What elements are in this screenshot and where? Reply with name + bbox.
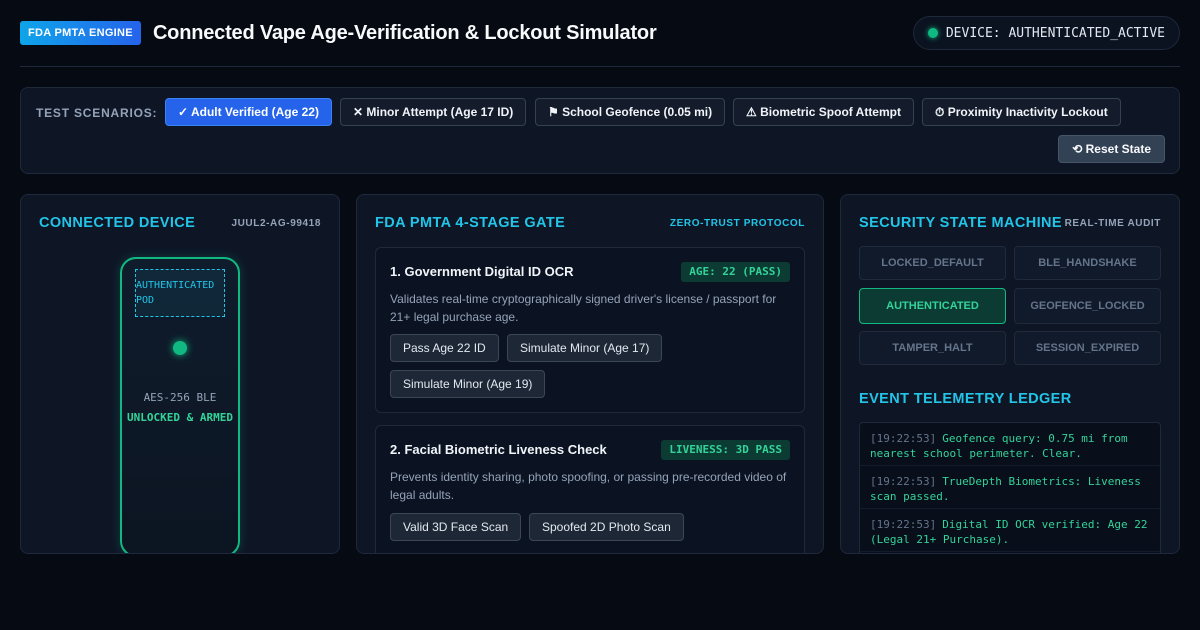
header-divider — [20, 66, 1180, 67]
stage-title: 2. Facial Biometric Liveness Check — [390, 442, 607, 457]
state-authenticated: AUTHENTICATED — [859, 288, 1006, 324]
scenario-bar: TEST SCENARIOS: ✓ Adult Verified (Age 22… — [20, 87, 1180, 174]
status-dot-icon — [927, 28, 938, 38]
ledger-timestamp: [19:22:53] — [870, 518, 937, 531]
pass-age-22-button[interactable]: Pass Age 22 ID — [390, 334, 499, 362]
pod-window: AUTHENTICATED POD — [135, 269, 225, 317]
stage-status-badge: LIVENESS: 3D PASS — [661, 440, 790, 460]
spoofed-2d-photo-scan-button[interactable]: Spoofed 2D Photo Scan — [529, 513, 684, 541]
app-header: FDA PMTA ENGINE Connected Vape Age-Verif… — [20, 16, 1180, 50]
audit-tag: REAL-TIME AUDIT — [1064, 218, 1161, 229]
state-ble-handshake: BLE_HANDSHAKE — [1014, 246, 1161, 280]
page-title: Connected Vape Age-Verification & Lockou… — [152, 21, 657, 44]
pod-label-line-1: AUTHENTICATED — [136, 280, 215, 291]
device-state-label: UNLOCKED & ARMED — [127, 411, 233, 424]
ledger-entry: [19:22:53] Geofence query: 0.75 mi from n… — [860, 423, 1160, 466]
panel-title: FDA PMTA 4-STAGE GATE — [375, 215, 566, 231]
ledger-entry: [19:22:53] Digital ID OCR verified: Age 2… — [860, 509, 1160, 552]
connected-device-panel: CONNECTED DEVICE JUUL2-AG-99418 AUTHENTI… — [20, 194, 340, 554]
pmta-gate-panel: FDA PMTA 4-STAGE GATE ZERO-TRUST PROTOCO… — [356, 194, 824, 554]
ledger-title: EVENT TELEMETRY LEDGER — [859, 391, 1072, 407]
stage-status-badge: AGE: 22 (PASS) — [681, 262, 790, 282]
scenario-adult-verified-button[interactable]: ✓ Adult Verified (Age 22) — [165, 98, 332, 126]
ledger-timestamp: [19:22:53] — [870, 475, 937, 488]
device-status-pill: DEVICE: AUTHENTICATED_ACTIVE — [912, 16, 1180, 50]
security-state-panel: SECURITY STATE MACHINE REAL-TIME AUDIT L… — [840, 194, 1180, 554]
state-session-expired: SESSION_EXPIRED — [1014, 331, 1161, 365]
panel-title: SECURITY STATE MACHINE — [859, 215, 1062, 231]
scenario-label: TEST SCENARIOS: — [36, 106, 158, 120]
simulate-minor-17-button[interactable]: Simulate Minor (Age 17) — [507, 334, 663, 362]
device-serial: JUUL2-AG-99418 — [231, 218, 321, 229]
state-tamper-halt: TAMPER_HALT — [859, 331, 1006, 365]
scenario-minor-attempt-button[interactable]: ✕ Minor Attempt (Age 17 ID) — [340, 98, 527, 126]
stage-description: Validates real-time cryptographically si… — [390, 292, 777, 324]
state-locked-default: LOCKED_DEFAULT — [859, 246, 1006, 280]
stage-card-id-ocr: 1. Government Digital ID OCR AGE: 22 (PA… — [375, 247, 805, 413]
panel-title: CONNECTED DEVICE — [39, 215, 196, 231]
valid-3d-face-scan-button[interactable]: Valid 3D Face Scan — [390, 513, 522, 541]
stage-title: 1. Government Digital ID OCR — [390, 264, 574, 279]
telemetry-ledger[interactable]: [19:22:53] Geofence query: 0.75 mi from n… — [859, 422, 1161, 553]
protocol-tag: ZERO-TRUST PROTOCOL — [669, 218, 805, 229]
led-indicator-icon — [173, 341, 187, 355]
encryption-label: AES-256 BLE — [143, 391, 217, 404]
scenario-biometric-spoof-button[interactable]: ⚠ Biometric Spoof Attempt — [733, 98, 914, 126]
state-geofence-locked: GEOFENCE_LOCKED — [1014, 288, 1161, 324]
ledger-timestamp: [19:22:53] — [870, 432, 937, 445]
stage-card-liveness: 2. Facial Biometric Liveness Check LIVEN… — [375, 425, 805, 553]
device-status-text: DEVICE: AUTHENTICATED_ACTIVE — [945, 25, 1165, 41]
stage-description: Prevents identity sharing, photo spoofin… — [390, 470, 787, 502]
brand-badge: FDA PMTA ENGINE — [20, 21, 141, 45]
scenario-school-geofence-button[interactable]: ⚑ School Geofence (0.05 mi) — [535, 98, 726, 126]
simulate-minor-19-button[interactable]: Simulate Minor (Age 19) — [390, 370, 546, 398]
vape-device-illustration: AUTHENTICATED POD AES-256 BLE UNLOCKED &… — [120, 257, 240, 553]
scenario-inactivity-lockout-button[interactable]: ⏱ Proximity Inactivity Lockout — [922, 98, 1121, 126]
ledger-entry: [19:22:53] TrueDepth Biometrics: Liveness… — [860, 466, 1160, 509]
pod-label-line-2: POD — [136, 295, 155, 306]
reset-state-button[interactable]: ⟲ Reset State — [1058, 135, 1165, 163]
